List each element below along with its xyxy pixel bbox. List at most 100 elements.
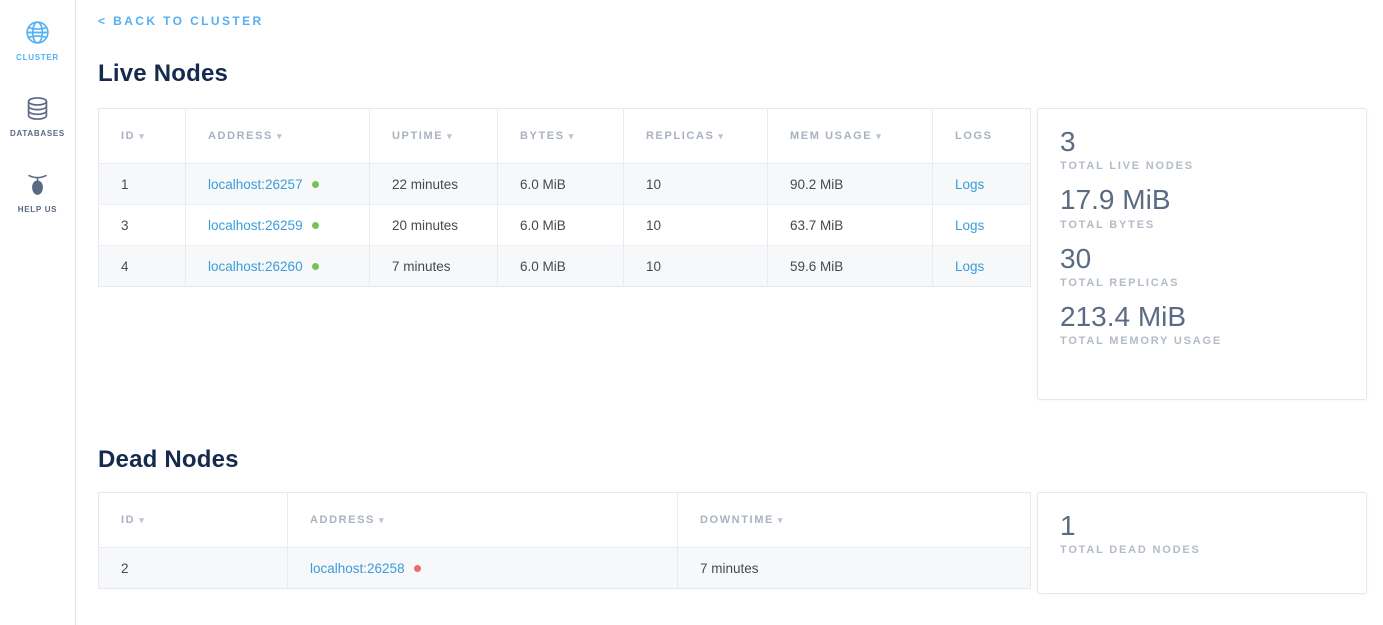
sort-arrow-icon: ▾ <box>447 131 452 141</box>
cell-bytes: 6.0 MiB <box>498 164 624 205</box>
cell-uptime: 22 minutes <box>370 164 498 205</box>
column-header-id[interactable]: ID▾ <box>99 109 186 164</box>
cell-mem-usage: 90.2 MiB <box>768 164 933 205</box>
sidebar: CLUSTER DATABASES HELP US <box>0 0 76 625</box>
sort-arrow-icon: ▾ <box>139 131 144 141</box>
stat-label: TOTAL DEAD NODES <box>1060 544 1344 556</box>
stat-value: 30 <box>1060 243 1344 274</box>
logs-link[interactable]: Logs <box>955 218 984 233</box>
dead-status-dot <box>414 565 421 572</box>
table-header-row: ID▾ ADDRESS ▾ UPTIME ▾ BYTES ▾ REPLICAS ▾ <box>99 109 1031 164</box>
sort-arrow-icon: ▾ <box>139 515 144 525</box>
sort-arrow-icon: ▾ <box>718 131 723 141</box>
sort-arrow-icon: ▾ <box>277 131 282 141</box>
table-row: 4 localhost:26260 7 minutes 6.0 MiB 10 5… <box>99 246 1031 287</box>
column-label: ID <box>121 514 135 526</box>
live-status-dot <box>312 181 319 188</box>
stat-value: 3 <box>1060 126 1344 157</box>
dead-nodes-section: ID▾ ADDRESS▾ DOWNTIME▾ 2 localhost:26258 <box>98 492 1367 594</box>
column-header-address[interactable]: ADDRESS ▾ <box>186 109 370 164</box>
live-status-dot <box>312 222 319 229</box>
cell-address: localhost:26259 <box>186 205 370 246</box>
column-label: ADDRESS <box>208 130 273 142</box>
cell-logs: Logs <box>933 246 1031 287</box>
cell-id: 3 <box>99 205 186 246</box>
column-label: BYTES <box>520 130 565 142</box>
column-label: LOGS <box>955 130 993 142</box>
cell-replicas: 10 <box>624 246 768 287</box>
node-address-link[interactable]: localhost:26259 <box>208 218 303 233</box>
sort-arrow-icon: ▾ <box>379 515 384 525</box>
node-address-link[interactable]: localhost:26260 <box>208 259 303 274</box>
main-content: < BACK TO CLUSTER Live Nodes ID▾ ADDRESS… <box>76 0 1383 594</box>
logs-link[interactable]: Logs <box>955 177 984 192</box>
cell-downtime: 7 minutes <box>678 548 1031 589</box>
cell-mem-usage: 63.7 MiB <box>768 205 933 246</box>
cell-mem-usage: 59.6 MiB <box>768 246 933 287</box>
cell-id: 4 <box>99 246 186 287</box>
stat-label: TOTAL LIVE NODES <box>1060 160 1344 172</box>
sidebar-item-cluster[interactable]: CLUSTER <box>0 10 75 74</box>
table-row: 1 localhost:26257 22 minutes 6.0 MiB 10 … <box>99 164 1031 205</box>
sort-arrow-icon: ▾ <box>876 131 881 141</box>
column-label: REPLICAS <box>646 130 714 142</box>
cell-uptime: 20 minutes <box>370 205 498 246</box>
table-row: 2 localhost:26258 7 minutes <box>99 548 1031 589</box>
summary-stat: 3 TOTAL LIVE NODES <box>1060 126 1344 172</box>
column-label: UPTIME <box>392 130 443 142</box>
column-label: MEM USAGE <box>790 130 872 142</box>
live-nodes-section: ID▾ ADDRESS ▾ UPTIME ▾ BYTES ▾ REPLICAS ▾ <box>98 108 1367 400</box>
cell-id: 1 <box>99 164 186 205</box>
cell-address: localhost:26257 <box>186 164 370 205</box>
cell-bytes: 6.0 MiB <box>498 246 624 287</box>
column-header-uptime[interactable]: UPTIME ▾ <box>370 109 498 164</box>
live-status-dot <box>312 263 319 270</box>
sidebar-item-databases[interactable]: DATABASES <box>0 86 75 150</box>
bug-icon <box>24 170 52 198</box>
sidebar-item-help-us[interactable]: HELP US <box>0 162 75 226</box>
column-header-address[interactable]: ADDRESS▾ <box>288 493 678 548</box>
summary-stat: 30 TOTAL REPLICAS <box>1060 243 1344 289</box>
live-nodes-summary-panel: 3 TOTAL LIVE NODES 17.9 MiB TOTAL BYTES … <box>1037 108 1367 400</box>
cell-address: localhost:26258 <box>288 548 678 589</box>
stat-label: TOTAL REPLICAS <box>1060 277 1344 289</box>
stat-value: 213.4 MiB <box>1060 301 1344 332</box>
globe-icon <box>24 18 52 46</box>
sidebar-item-label: CLUSTER <box>16 53 59 62</box>
cell-logs: Logs <box>933 205 1031 246</box>
dead-nodes-title: Dead Nodes <box>98 446 1367 474</box>
stat-value: 1 <box>1060 510 1344 541</box>
stat-label: TOTAL BYTES <box>1060 219 1344 231</box>
sidebar-item-label: DATABASES <box>10 129 65 138</box>
logs-link[interactable]: Logs <box>955 259 984 274</box>
table-header-row: ID▾ ADDRESS▾ DOWNTIME▾ <box>99 493 1031 548</box>
node-address-link[interactable]: localhost:26258 <box>310 561 405 576</box>
table-row: 3 localhost:26259 20 minutes 6.0 MiB 10 … <box>99 205 1031 246</box>
column-header-bytes[interactable]: BYTES ▾ <box>498 109 624 164</box>
summary-stat: 1 TOTAL DEAD NODES <box>1060 510 1344 556</box>
cell-replicas: 10 <box>624 164 768 205</box>
column-header-downtime[interactable]: DOWNTIME▾ <box>678 493 1031 548</box>
cell-logs: Logs <box>933 164 1031 205</box>
node-address-link[interactable]: localhost:26257 <box>208 177 303 192</box>
stat-value: 17.9 MiB <box>1060 184 1344 215</box>
cell-replicas: 10 <box>624 205 768 246</box>
column-label: DOWNTIME <box>700 514 774 526</box>
sidebar-item-label: HELP US <box>18 205 57 214</box>
live-nodes-title: Live Nodes <box>98 60 1367 88</box>
column-header-logs: LOGS <box>933 109 1031 164</box>
databases-icon <box>24 94 52 122</box>
dead-nodes-summary-panel: 1 TOTAL DEAD NODES <box>1037 492 1367 594</box>
cell-address: localhost:26260 <box>186 246 370 287</box>
cell-uptime: 7 minutes <box>370 246 498 287</box>
sort-arrow-icon: ▾ <box>569 131 574 141</box>
back-to-cluster-link[interactable]: < BACK TO CLUSTER <box>98 14 264 28</box>
dead-nodes-table: ID▾ ADDRESS▾ DOWNTIME▾ 2 localhost:26258 <box>98 492 1031 589</box>
column-header-replicas[interactable]: REPLICAS ▾ <box>624 109 768 164</box>
column-header-mem-usage[interactable]: MEM USAGE ▾ <box>768 109 933 164</box>
summary-stat: 17.9 MiB TOTAL BYTES <box>1060 184 1344 230</box>
live-nodes-table: ID▾ ADDRESS ▾ UPTIME ▾ BYTES ▾ REPLICAS ▾ <box>98 108 1031 287</box>
stat-label: TOTAL MEMORY USAGE <box>1060 335 1344 347</box>
cell-bytes: 6.0 MiB <box>498 205 624 246</box>
column-header-id[interactable]: ID ▾ <box>99 493 288 548</box>
